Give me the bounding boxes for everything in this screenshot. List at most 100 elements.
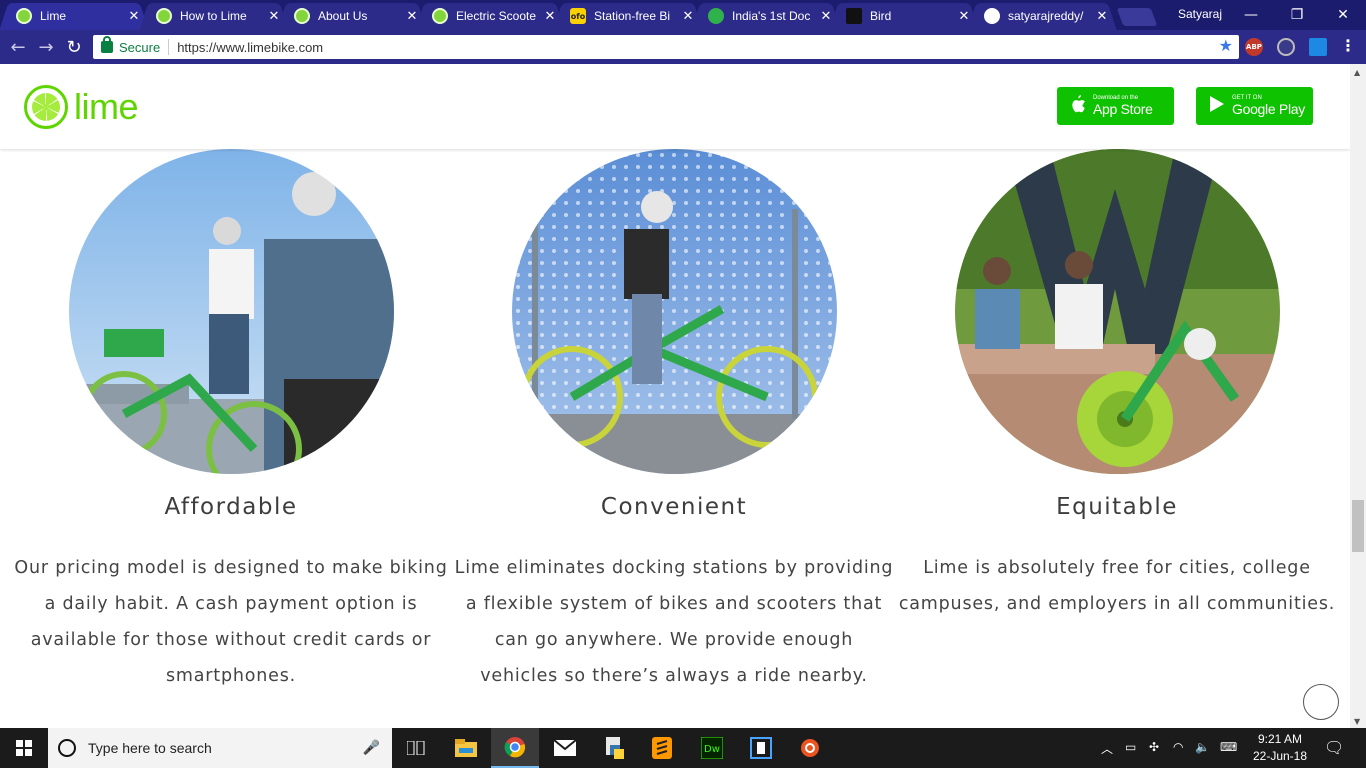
feature-title: Affordable — [164, 494, 298, 520]
tab-title: How to Lime — [180, 9, 247, 23]
close-icon[interactable]: ✕ — [958, 9, 970, 24]
close-icon[interactable]: ✕ — [820, 9, 832, 24]
scroll-up-icon[interactable]: ▲ — [1354, 68, 1360, 77]
lime-logo[interactable]: lime — [24, 85, 139, 129]
lime-icon — [16, 8, 32, 24]
system-clock[interactable]: 9:21 AM 22-Jun-18 — [1248, 731, 1312, 765]
bird-icon — [846, 8, 862, 24]
tab-title: Electric Scoote — [456, 9, 537, 23]
dreamweaver-icon[interactable]: Dw — [688, 728, 736, 768]
tab-india-doc[interactable]: India's 1st Doc ✕ — [692, 2, 840, 30]
new-tab-button[interactable] — [1116, 8, 1158, 26]
lime-icon — [432, 8, 448, 24]
affordable-photo — [69, 149, 394, 474]
tab-github[interactable]: satyarajreddy/ ✕ — [968, 2, 1116, 30]
volume-icon[interactable]: 🔈 — [1195, 740, 1210, 754]
settings-icon[interactable]: ✣ — [1149, 740, 1159, 754]
lime-icon — [294, 8, 310, 24]
feature-title: Equitable — [1056, 494, 1178, 520]
url-text[interactable]: https://www.limebike.com — [177, 40, 323, 55]
wifi-icon[interactable]: ◠ — [1173, 740, 1183, 754]
ofo-icon: ofo — [570, 8, 586, 24]
tab-title: Bird — [870, 9, 892, 23]
windows-icon — [16, 740, 32, 756]
brand-name: lime — [74, 86, 139, 127]
chevron-up-icon[interactable]: ︿ — [1101, 740, 1113, 757]
google-play-label: Google Play — [1232, 101, 1305, 117]
minimize-icon[interactable]: — — [1228, 0, 1274, 30]
scroll-down-icon[interactable]: ▼ — [1354, 717, 1360, 726]
convenient-photo — [512, 149, 837, 474]
feature-title: Convenient — [600, 494, 748, 520]
secure-label: Secure — [119, 39, 161, 55]
tab-about-us[interactable]: About Us ✕ — [278, 2, 426, 30]
close-icon[interactable]: ✕ — [1096, 9, 1108, 24]
site-header: lime Download on the App Store GET IT ON… — [0, 64, 1350, 149]
play-icon — [1208, 95, 1226, 118]
keyboard-icon[interactable]: ⌨ — [1220, 740, 1237, 754]
chrome-menu-icon[interactable]: ⋮ — [1340, 36, 1356, 55]
chat-button[interactable] — [1303, 684, 1339, 720]
python-icon[interactable] — [590, 728, 638, 768]
ubuntu-icon[interactable] — [786, 728, 834, 768]
feature-description: Lime is absolutely free for cities, coll… — [898, 558, 1336, 614]
feature-description: Lime eliminates docking stations by prov… — [454, 558, 894, 686]
taskbar-search[interactable]: Type here to search 🎤 — [48, 728, 392, 768]
back-icon[interactable]: ← — [7, 37, 29, 58]
profile-name[interactable]: Satyaraj — [1178, 7, 1222, 21]
tab-title: India's 1st Doc — [732, 9, 811, 23]
bookmark-star-icon[interactable]: ★ — [1219, 36, 1233, 56]
google-play-button[interactable]: GET IT ON Google Play — [1196, 87, 1313, 125]
close-icon[interactable]: ✕ — [406, 9, 418, 24]
chrome-icon[interactable] — [491, 728, 539, 768]
extension-icon[interactable] — [1277, 38, 1295, 56]
clock-date: 22-Jun-18 — [1252, 749, 1308, 763]
tab-title: Station-free Bi — [594, 9, 671, 23]
restore-icon[interactable]: ❐ — [1274, 0, 1320, 30]
feature-description: Our pricing model is designed to make bi… — [14, 558, 448, 686]
clock-time: 9:21 AM — [1257, 732, 1303, 746]
tab-how-to-lime[interactable]: How to Lime ✕ — [140, 2, 288, 30]
microphone-icon[interactable]: 🎤 — [363, 740, 380, 756]
close-window-icon[interactable]: ✕ — [1320, 0, 1366, 30]
close-icon[interactable]: ✕ — [268, 9, 280, 24]
file-explorer-icon[interactable] — [442, 728, 490, 768]
battery-icon[interactable]: ▭ — [1125, 740, 1136, 754]
close-icon[interactable]: ✕ — [128, 9, 140, 24]
page-scrollbar[interactable]: ▲ ▼ — [1350, 64, 1366, 728]
browser-tab-strip: Lime ✕ How to Lime ✕ About Us ✕ Electric… — [0, 0, 1366, 30]
windows-taskbar: Type here to search 🎤 Dw ︿ ▭ ✣ ◠ 🔈 ⌨ 9:2… — [0, 728, 1366, 768]
adblock-icon[interactable]: ABP — [1245, 38, 1263, 56]
tab-title: satyarajreddy/ — [1008, 9, 1084, 23]
lock-icon — [101, 36, 113, 53]
tab-lime[interactable]: Lime ✕ — [0, 2, 148, 30]
sublime-text-icon[interactable] — [638, 728, 686, 768]
mail-icon[interactable] — [541, 728, 589, 768]
tab-electric-scooter[interactable]: Electric Scoote ✕ — [416, 2, 564, 30]
task-view-icon[interactable] — [392, 728, 440, 768]
address-bar[interactable]: Secure https://www.limebike.com ★ — [93, 35, 1239, 59]
github-icon — [984, 8, 1000, 24]
bike-icon — [708, 8, 724, 24]
equitable-photo — [955, 149, 1280, 474]
cortana-icon — [58, 739, 76, 757]
notification-icon[interactable]: 🗨 — [1324, 738, 1344, 757]
tab-bird[interactable]: Bird ✕ — [830, 2, 978, 30]
reload-icon[interactable]: ↻ — [63, 37, 85, 58]
tab-title: About Us — [318, 9, 368, 23]
close-icon[interactable]: ✕ — [682, 9, 694, 24]
extension-icon[interactable] — [1309, 38, 1327, 56]
page-content: lime Download on the App Store GET IT ON… — [0, 64, 1350, 728]
app-store-button[interactable]: Download on the App Store — [1057, 87, 1174, 125]
app-icon[interactable] — [737, 728, 785, 768]
start-button[interactable] — [0, 728, 48, 768]
close-icon[interactable]: ✕ — [544, 9, 556, 24]
svg-text:Dw: Dw — [704, 744, 720, 755]
app-store-label: App Store — [1093, 101, 1153, 117]
lime-icon — [24, 85, 68, 129]
divider — [168, 39, 170, 55]
scroll-thumb[interactable] — [1352, 500, 1364, 552]
tab-station-free[interactable]: ofo Station-free Bi ✕ — [554, 2, 702, 30]
tab-title: Lime — [40, 9, 67, 23]
forward-icon[interactable]: → — [35, 37, 57, 58]
